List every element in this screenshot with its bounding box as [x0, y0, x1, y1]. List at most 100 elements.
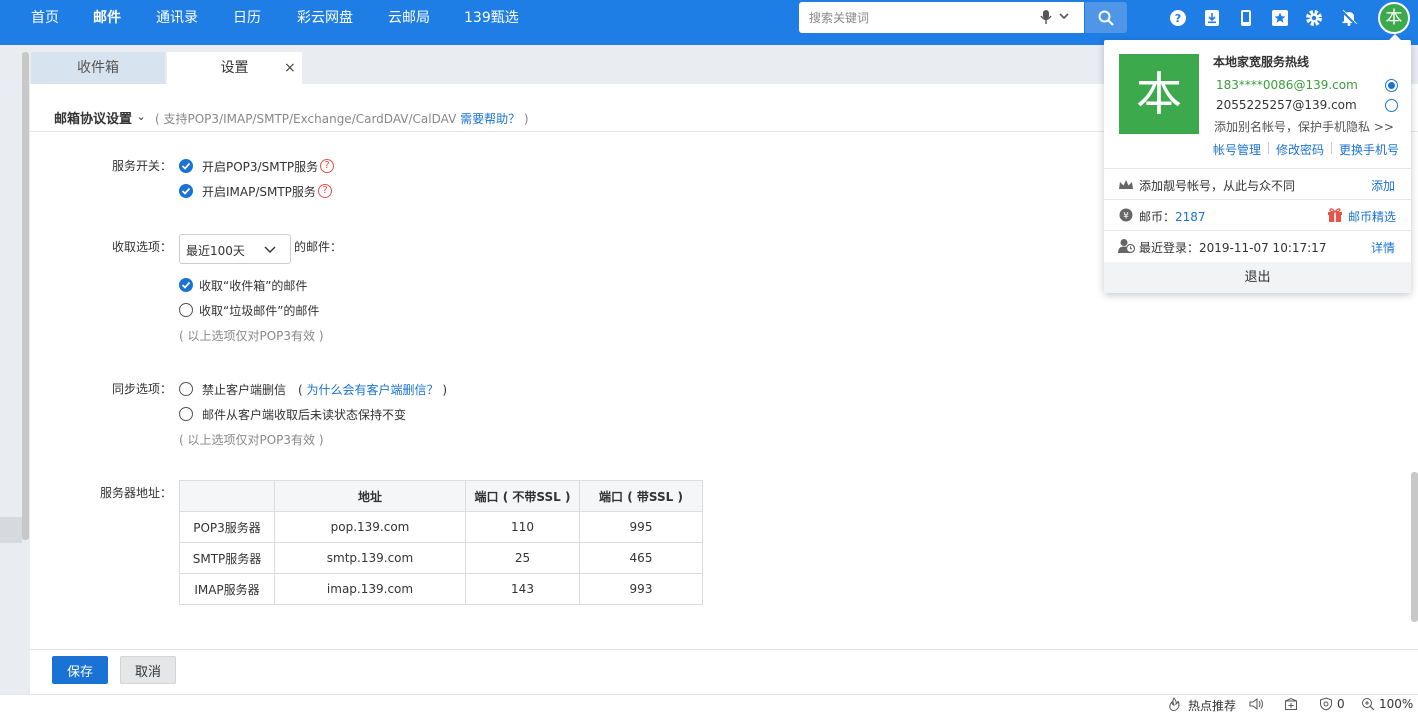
table-cell: 110 [465, 511, 580, 543]
vip-account-text: 添加靓号帐号，从此与众不同 [1139, 179, 1296, 193]
coin-value[interactable]: 2187 [1175, 210, 1206, 224]
star-icon[interactable] [1271, 9, 1289, 27]
save-button[interactable]: 保存 [52, 656, 108, 684]
popover-divider [1104, 168, 1411, 169]
table-header-row: 地址 端口 ( 不带SSL ) 端口 ( 带SSL ) [179, 480, 703, 512]
table-cell: POP3服务器 [179, 511, 275, 543]
table-header: 端口 ( 不带SSL ) [465, 480, 580, 512]
no-client-delete-checkbox[interactable] [179, 382, 193, 396]
fetch-spam-checkbox[interactable] [179, 303, 193, 317]
search-input[interactable] [799, 2, 1019, 33]
check-icon [181, 281, 191, 289]
fetch-inbox-checkbox[interactable] [179, 278, 193, 292]
help-icon[interactable]: ? [1169, 9, 1187, 27]
tab-inbox[interactable]: 收件箱 [31, 52, 165, 84]
service-label: 服务开关： [111, 159, 172, 173]
popover-avatar: 本 [1119, 54, 1199, 134]
search-icon [1098, 10, 1114, 26]
add-alias-link[interactable]: 添加别名帐号，保护手机隐私 >> [1214, 118, 1394, 135]
status-bar: 热点推荐 0 100% [0, 694, 1418, 713]
left-scrollbar[interactable] [22, 52, 29, 540]
logout-button[interactable]: 退出 [1104, 262, 1411, 293]
table-cell: imap.139.com [274, 573, 466, 605]
notification-count: 0 [1337, 697, 1345, 711]
svg-text:?: ? [1175, 12, 1181, 25]
table-cell: 143 [465, 573, 580, 605]
nav-contacts[interactable]: 通讯录 [156, 0, 198, 37]
imap-smtp-label[interactable]: 开启IMAP/SMTP服务 [202, 183, 316, 200]
coin-select-link[interactable]: 邮币精选 [1348, 208, 1396, 225]
account-secondary-radio[interactable] [1385, 99, 1398, 112]
pop3-smtp-label[interactable]: 开启POP3/SMTP服务 [202, 158, 318, 175]
table-cell: smtp.139.com [274, 542, 466, 574]
link-separator [1331, 142, 1332, 154]
table-cell: pop.139.com [274, 511, 466, 543]
user-login-icon [1118, 238, 1136, 256]
help-question-icon[interactable]: ? [320, 159, 334, 173]
account-manage-link[interactable]: 帐号管理 [1213, 141, 1261, 158]
table-row: SMTP服务器 smtp.139.com 25 465 [179, 542, 703, 574]
change-password-link[interactable]: 修改密码 [1276, 141, 1324, 158]
why-delete-link[interactable]: 为什么会有客户端删信？ [307, 383, 439, 397]
server-table: 地址 端口 ( 不带SSL ) 端口 ( 带SSL ) POP3服务器 pop.… [179, 480, 703, 605]
mobile-icon[interactable] [1237, 9, 1255, 27]
nav-cloud-post[interactable]: 云邮局 [388, 0, 430, 37]
login-details-link[interactable]: 详情 [1371, 239, 1395, 256]
section-title[interactable]: 邮箱协议设置 ⌄ [54, 108, 146, 127]
zoom-level[interactable]: 100% [1379, 697, 1413, 711]
fetch-inbox-label[interactable]: 收取“收件箱”的邮件 [199, 277, 307, 294]
table-cell: 25 [465, 542, 580, 574]
avatar[interactable]: 本 [1378, 2, 1410, 34]
speaker-icon[interactable] [1249, 697, 1265, 713]
gear-icon[interactable] [1305, 9, 1323, 27]
tab-settings[interactable]: 设置 [167, 52, 302, 84]
fire-icon[interactable] [1167, 697, 1181, 713]
shield-icon[interactable] [1319, 697, 1333, 713]
pop3-smtp-checkbox[interactable] [179, 159, 193, 173]
left-pane-toggle[interactable] [0, 517, 22, 543]
imap-smtp-checkbox[interactable] [179, 184, 193, 198]
nav-mail[interactable]: 邮件 [93, 0, 121, 37]
download-icon[interactable] [1203, 9, 1221, 27]
account-secondary[interactable]: 2055225257@139.com [1216, 98, 1357, 112]
section-subtitle: ( 支持POP3/IMAP/SMTP/Exchange/CardDAV/CalD… [155, 112, 529, 126]
change-phone-link[interactable]: 更换手机号 [1339, 141, 1399, 158]
table-header: 端口 ( 带SSL ) [579, 480, 703, 512]
table-cell: 993 [579, 573, 703, 605]
account-primary[interactable]: 183****0086@139.com [1216, 78, 1358, 92]
fetch-suffix: 的邮件： [294, 240, 343, 254]
top-navbar: 首页 邮件 通讯录 日历 彩云网盘 云邮局 139甄选 ? 本 [0, 0, 1418, 45]
right-scrollbar[interactable] [1411, 472, 1418, 622]
nav-home[interactable]: 首页 [31, 0, 59, 37]
check-icon [181, 187, 191, 195]
no-client-delete-label[interactable]: 禁止客户端删信 [202, 381, 286, 398]
table-cell: SMTP服务器 [179, 542, 275, 574]
nav-cloud-drive[interactable]: 彩云网盘 [297, 0, 353, 37]
nav-calendar[interactable]: 日历 [233, 0, 261, 37]
help-link[interactable]: 需要帮助？ [460, 112, 520, 126]
fetch-spam-label[interactable]: 收取“垃圾邮件”的邮件 [199, 302, 319, 319]
hot-recommend-link[interactable]: 热点推荐 [1188, 697, 1236, 713]
keep-unread-label[interactable]: 邮件从客户端收取后未读状态保持不变 [202, 406, 406, 423]
link-separator [1268, 142, 1269, 154]
search-button[interactable] [1085, 2, 1127, 33]
close-icon[interactable]: × [284, 61, 296, 75]
zoom-icon[interactable] [1361, 697, 1375, 713]
nav-139-select[interactable]: 139甄选 [464, 0, 519, 37]
sync-note: ( 以上选项仅对POP3有效 ) [179, 433, 324, 447]
package-icon[interactable] [1284, 697, 1298, 713]
fetch-range-select[interactable]: 最近100天 [179, 234, 291, 264]
coin-icon: ¥ [1119, 208, 1133, 225]
server-label: 服务器地址： [99, 486, 172, 500]
fetch-note: ( 以上选项仅对POP3有效 ) [179, 329, 324, 343]
table-cell: IMAP服务器 [179, 573, 275, 605]
chevron-down-icon [264, 246, 276, 253]
vip-add-link[interactable]: 添加 [1371, 177, 1395, 194]
keep-unread-checkbox[interactable] [179, 407, 193, 421]
cancel-button[interactable]: 取消 [120, 656, 176, 684]
account-primary-radio[interactable] [1385, 79, 1398, 92]
help-question-icon[interactable]: ? [318, 184, 332, 198]
microphone-icon[interactable] [1040, 10, 1070, 27]
bell-mute-icon[interactable] [1340, 9, 1358, 27]
svg-text:¥: ¥ [1123, 212, 1129, 222]
